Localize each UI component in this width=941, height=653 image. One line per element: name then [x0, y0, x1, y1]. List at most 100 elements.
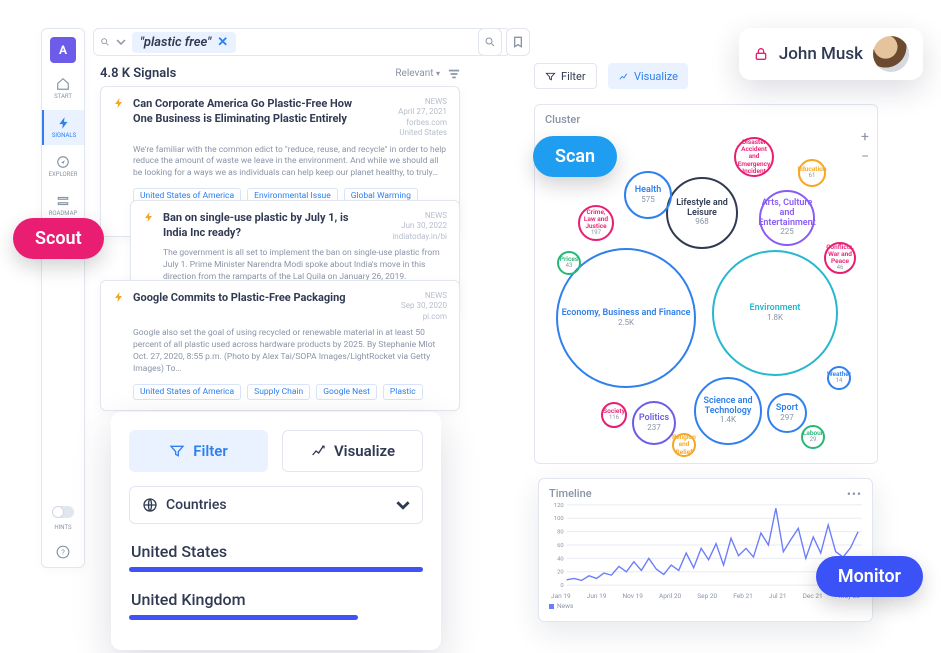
cluster-bubble[interactable]: Disaster Accident and Emergency Incident	[734, 137, 774, 177]
cluster-bubble[interactable]: Arts, Culture and Entertainment225	[759, 190, 815, 246]
bolt-icon	[113, 291, 125, 303]
timeline-label: Timeline	[549, 487, 862, 500]
chevron-down-icon	[116, 37, 126, 47]
cluster-bubble[interactable]: Labour29	[801, 425, 825, 449]
tag[interactable]: United States of America	[133, 384, 241, 400]
cluster-bubble[interactable]: Society116	[601, 402, 627, 428]
cluster-bubble[interactable]: Environment1.8K	[712, 250, 838, 376]
hints-toggle[interactable]	[52, 506, 74, 518]
svg-text:20: 20	[557, 570, 564, 576]
result-title: Google Commits to Plastic-Free Packaging	[133, 291, 371, 322]
filter-panel: Filter Visualize Countries United States…	[111, 412, 441, 650]
svg-text:0: 0	[560, 583, 563, 589]
result-meta: NEWS Sep 30, 2020 pi.com	[379, 291, 447, 322]
filter-button[interactable]: Filter	[534, 63, 597, 89]
search-icon	[100, 37, 110, 47]
tag[interactable]: Supply Chain	[247, 384, 310, 400]
bolt-icon	[57, 116, 71, 130]
cluster-bubble[interactable]: Lifestyle and Leisure968	[666, 177, 738, 249]
timeline-panel: Timeline ••• 0 20 40 60 80 100 120 Jan 19Jun 1…	[538, 478, 873, 622]
cluster-bubble[interactable]: Education61	[798, 159, 826, 187]
cluster-bubble[interactable]: Science and Technology1.4K	[694, 377, 762, 445]
timeline-chart[interactable]: 0 20 40 60 80 100 120	[549, 500, 862, 592]
search-query-text: "plastic free"	[140, 35, 211, 50]
nav-label: ROADMAP	[49, 210, 78, 217]
left-nav-rail: A START SIGNALS EXPLORER ROADMAP HINTS ?	[41, 28, 85, 568]
country-bar	[129, 615, 358, 620]
cluster-bubble[interactable]: Conflicts, War and Peace46	[824, 242, 856, 274]
filter-button-large[interactable]: Filter	[129, 430, 268, 472]
cluster-bubble[interactable]: Health575	[624, 171, 672, 219]
search-button[interactable]	[478, 28, 502, 56]
country-row: United States	[129, 536, 423, 567]
results-count: 4.8 K Signals	[100, 66, 176, 81]
result-card[interactable]: Google Commits to Plastic-Free Packaging…	[100, 280, 460, 411]
remove-chip-icon[interactable]: ✕	[217, 35, 228, 50]
visualize-button[interactable]: Visualize	[608, 63, 688, 89]
chart-icon	[310, 443, 326, 459]
app-logo[interactable]: A	[50, 37, 76, 63]
filter-icon	[545, 71, 556, 82]
result-description: Google also set the goal of using recycl…	[133, 328, 447, 376]
sort-lines-icon[interactable]	[448, 69, 460, 79]
result-meta: NEWS April 27, 2021 forbes.com United St…	[379, 97, 447, 139]
bookmark-icon	[513, 36, 523, 48]
svg-text:120: 120	[554, 503, 564, 509]
result-meta: NEWS Jun 30, 2022 indiatoday.in/bi	[379, 211, 447, 242]
tag[interactable]: Google Nest	[316, 384, 377, 400]
visualize-button-large[interactable]: Visualize	[282, 430, 423, 472]
bolt-icon	[143, 211, 155, 223]
nav-label: EXPLORER	[49, 171, 78, 178]
search-icon	[484, 36, 496, 48]
scout-pill: Scout	[13, 218, 104, 259]
timeline-xaxis: Jan 19Jun 19Nov 19April 20Sep 20Feb 21Ju…	[549, 592, 862, 600]
result-description: We're familiar with the common edict to …	[133, 145, 447, 181]
svg-text:100: 100	[554, 516, 564, 522]
results-header: 4.8 K Signals Relevant ▾	[100, 66, 460, 81]
user-chip[interactable]: John Musk	[739, 28, 923, 80]
svg-text:60: 60	[557, 543, 564, 549]
search-chip[interactable]: "plastic free" ✕	[132, 32, 236, 53]
sort-dropdown[interactable]: Relevant ▾	[395, 68, 440, 79]
cluster-bubble[interactable]: Sport297	[767, 393, 807, 433]
monitor-pill: Monitor	[816, 556, 923, 597]
country-row: United Kingdom	[129, 584, 423, 615]
bolt-icon	[113, 97, 125, 109]
svg-text:40: 40	[557, 556, 564, 562]
roadmap-icon	[56, 194, 70, 208]
timeline-legend: News	[549, 602, 862, 610]
chart-icon	[618, 71, 629, 82]
nav-start[interactable]: START	[42, 71, 84, 106]
globe-icon	[142, 497, 158, 513]
home-icon	[56, 77, 70, 91]
help-icon[interactable]: ?	[56, 545, 70, 559]
avatar	[873, 36, 909, 72]
nav-label: SIGNALS	[52, 132, 76, 139]
scan-pill: Scan	[533, 136, 617, 177]
result-title: Ban on single-use plastic by July 1, is …	[163, 211, 371, 242]
user-name: John Musk	[779, 44, 863, 64]
countries-dropdown[interactable]: Countries	[129, 486, 423, 524]
cluster-label: Cluster	[545, 113, 580, 126]
search-bar[interactable]: "plastic free" ✕	[93, 28, 511, 56]
cluster-canvas[interactable]: Economy, Business and Finance2.5KEnviron…	[541, 133, 871, 457]
timeline-menu[interactable]: •••	[847, 487, 862, 501]
cluster-bubble[interactable]: Crime, Law and Justice197	[578, 205, 614, 241]
lock-icon	[753, 46, 769, 62]
svg-text:80: 80	[557, 530, 564, 536]
cluster-bubble[interactable]: Politics237	[632, 401, 676, 445]
hints-label: HINTS	[54, 524, 71, 531]
svg-text:?: ?	[61, 548, 65, 557]
cluster-bubble[interactable]: Weather14	[827, 366, 851, 390]
chevron-down-icon	[396, 498, 410, 512]
country-bar	[129, 567, 423, 572]
tag[interactable]: Plastic	[383, 384, 423, 400]
compass-icon	[56, 155, 70, 169]
cluster-bubble[interactable]: Prices43	[557, 251, 581, 275]
nav-label: START	[54, 93, 72, 100]
bookmark-button[interactable]	[506, 28, 530, 56]
nav-explorer[interactable]: EXPLORER	[42, 149, 84, 184]
result-tags: United States of America Supply Chain Go…	[133, 384, 447, 400]
nav-signals[interactable]: SIGNALS	[42, 110, 84, 145]
cluster-bubble[interactable]: Religion and Belief	[672, 433, 696, 457]
